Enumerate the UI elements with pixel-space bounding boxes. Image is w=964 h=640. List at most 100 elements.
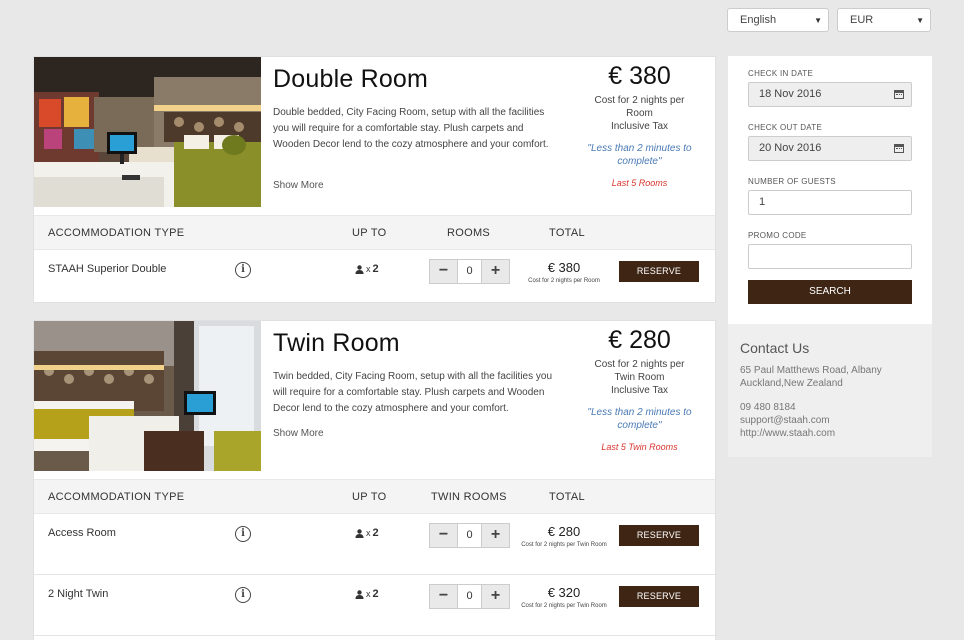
currency-value: EUR [850,14,874,26]
contact-address-line2: Auckland,New Zealand [740,378,843,389]
price-subtext-line: Cost for 2 nights per [594,95,685,106]
chevron-down-icon: ▼ [916,15,924,25]
contact-website[interactable]: http://www.staah.com [740,427,920,440]
show-more-link[interactable]: Show More [273,180,324,191]
price-subtext-line: Inclusive Tax [610,121,669,132]
total-note: Cost for 2 nights per Twin Room [521,603,607,609]
language-value: English [740,14,777,26]
quantity-stepper: − 0 + [429,584,510,609]
language-select[interactable]: English ▼ [727,8,829,32]
total-amount: € 380 [547,260,581,275]
price-subtext-line: Twin Room [614,372,665,383]
calendar-icon[interactable] [894,144,904,153]
room-price: € 380 [608,62,671,90]
info-icon[interactable]: i [235,526,251,542]
reserve-button[interactable]: RESERVE [619,525,699,546]
decrement-button[interactable]: − [430,585,457,608]
rate-row: STAAH Superior Double i x 2 − 0 + € 380 … [34,250,715,311]
decrement-button[interactable]: − [430,260,457,283]
contact-title: Contact Us [740,340,810,356]
total-note: Cost for 2 nights per Twin Room [521,542,607,548]
room-card-twin: Twin Room Twin bedded, City Facing Room,… [33,320,716,640]
rate-total: € 380 Cost for 2 nights per Room [519,260,609,286]
max-guests: x 2 [355,588,379,600]
info-icon[interactable]: i [235,587,251,603]
checkout-date-field[interactable]: 20 Nov 2016 [748,136,912,161]
currency-select[interactable]: EUR ▼ [837,8,931,32]
room-card-double: Double Room Double bedded, City Facing R… [33,56,716,303]
price-subtext-line: Room [626,108,653,119]
rate-row: Access Room i x 2 − 0 + € 280 Cost for 2… [34,514,715,575]
header-total: TOTAL [549,227,585,239]
quantity-value[interactable]: 0 [457,585,482,608]
room-photo[interactable] [34,321,261,471]
rooms-left-note: Last 5 Twin Rooms [601,442,678,452]
quantity-stepper: − 0 + [429,259,510,284]
calendar-icon[interactable] [894,90,904,99]
guests-value: 1 [759,196,766,208]
max-guests: x 2 [355,527,379,539]
checkin-date-field[interactable]: 18 Nov 2016 [748,82,912,107]
promo-code-field[interactable] [748,244,912,269]
contact-email[interactable]: support@staah.com [740,414,920,427]
room-photo[interactable] [34,57,261,207]
times-sign: x [366,264,371,274]
decrement-button[interactable]: − [430,524,457,547]
show-more-link[interactable]: Show More [273,428,324,439]
room-title: Double Room [273,65,429,93]
price-subtext-line: Inclusive Tax [610,385,669,396]
price-box: € 280 Cost for 2 nights per Twin Room In… [582,325,697,452]
rate-total: € 280 Cost for 2 nights per Twin Room [519,524,609,550]
checkin-label: CHECK IN DATE [748,69,814,78]
room-description: Double bedded, City Facing Room, setup w… [273,107,549,150]
rooms-left-note: Last 5 Rooms [611,178,668,188]
price-subtext: Cost for 2 nights per Twin Room Inclusiv… [582,358,697,397]
guests-field[interactable]: 1 [748,190,912,215]
quantity-value[interactable]: 0 [457,260,482,283]
header-accommodation-type: ACCOMMODATION TYPE [48,491,185,503]
rates-table-header: ACCOMMODATION TYPE UP TO TWIN ROOMS TOTA… [34,479,715,514]
total-note: Cost for 2 nights per Room [528,278,600,284]
price-subtext: Cost for 2 nights per Room Inclusive Tax [582,94,697,133]
header-twin-rooms: TWIN ROOMS [431,491,507,503]
checkout-value: 20 Nov 2016 [759,142,822,154]
top-selectors: English ▼ EUR ▼ [727,8,931,32]
header-up-to: UP TO [352,491,387,503]
contact-address-line1: 65 Paul Matthews Road, Albany [740,365,882,376]
increment-button[interactable]: + [482,585,509,608]
increment-button[interactable]: + [482,260,509,283]
rate-total: € 320 Cost for 2 nights per Twin Room [519,585,609,611]
contact-panel: Contact Us 65 Paul Matthews Road, Albany… [728,324,932,457]
price-subtext-line: Cost for 2 nights per [594,359,685,370]
max-guests-value: 2 [372,527,379,539]
promo-label: PROMO CODE [748,231,807,240]
checkin-value: 18 Nov 2016 [759,88,822,100]
person-icon [355,264,364,274]
times-sign: x [366,528,371,538]
search-button[interactable]: SEARCH [748,280,912,304]
total-amount: € 320 [547,585,581,600]
person-icon [355,589,364,599]
max-guests-value: 2 [372,588,379,600]
max-guests: x 2 [355,263,379,275]
chevron-down-icon: ▼ [814,15,822,25]
reserve-button[interactable]: RESERVE [619,261,699,282]
quantity-value[interactable]: 0 [457,524,482,547]
room-title: Twin Room [273,329,400,357]
header-up-to: UP TO [352,227,387,239]
price-box: € 380 Cost for 2 nights per Room Inclusi… [582,61,697,188]
info-icon[interactable]: i [235,262,251,278]
urgency-note: "Less than 2 minutes to complete" [587,407,692,431]
rates-table-header: ACCOMMODATION TYPE UP TO ROOMS TOTAL [34,215,715,250]
increment-button[interactable]: + [482,524,509,547]
rate-name: 2 Night Twin [48,588,109,600]
header-rooms: ROOMS [447,227,491,239]
contact-phone[interactable]: 09 480 8184 [740,401,920,414]
reserve-button[interactable]: RESERVE [619,586,699,607]
room-price: € 280 [608,326,671,354]
checkout-label: CHECK OUT DATE [748,123,823,132]
rate-name: Access Room [48,527,116,539]
rate-name: STAAH Superior Double [48,263,167,275]
quantity-stepper: − 0 + [429,523,510,548]
search-panel: CHECK IN DATE 18 Nov 2016 CHECK OUT DATE… [728,56,932,324]
